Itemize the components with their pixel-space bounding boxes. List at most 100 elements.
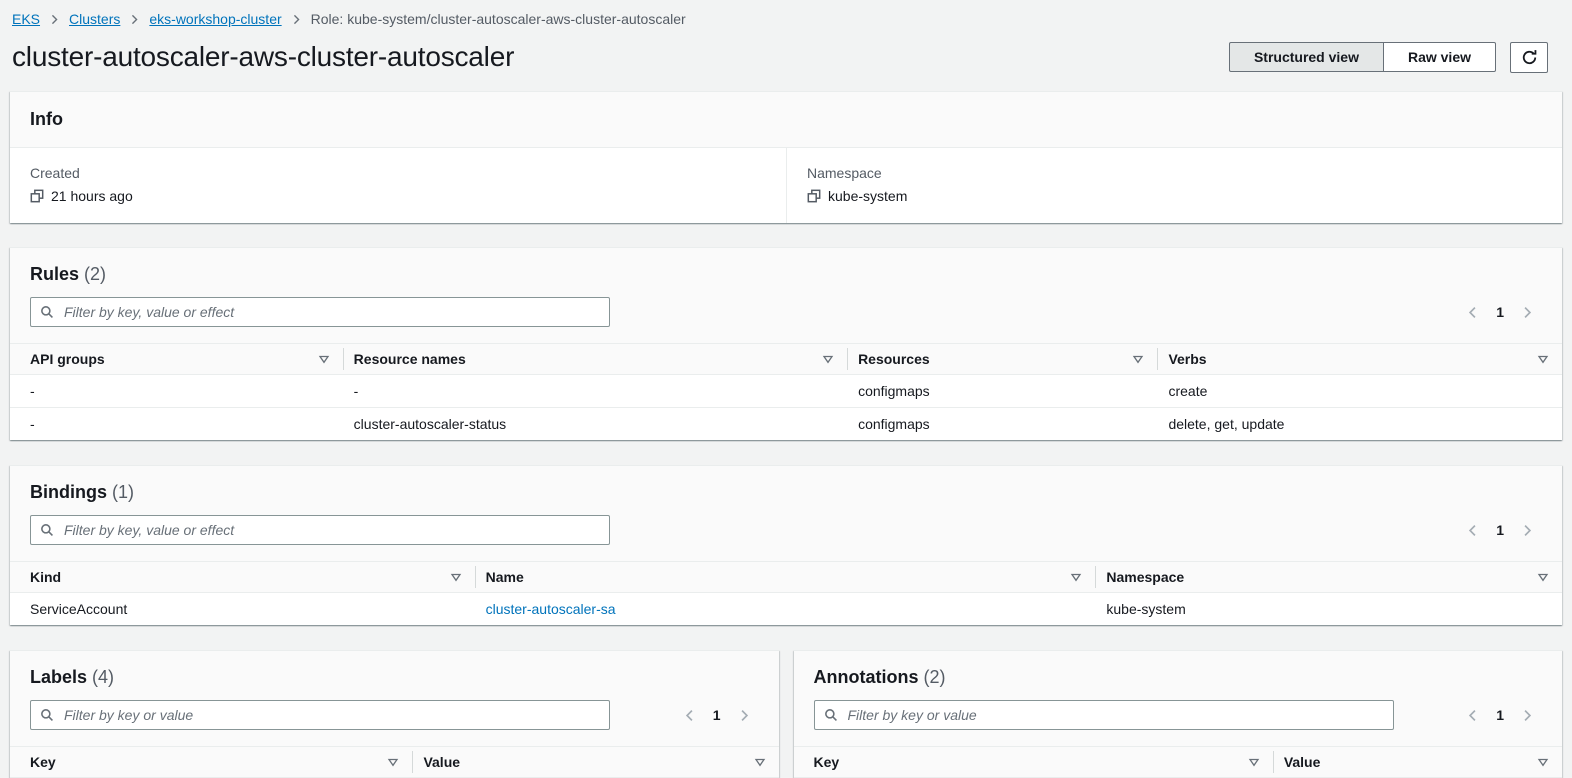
- copy-namespace-button[interactable]: [807, 189, 821, 203]
- column-header-key[interactable]: Key: [794, 747, 1274, 778]
- chevron-right-icon: [291, 14, 302, 25]
- namespace-label: Namespace: [807, 165, 1542, 181]
- info-panel: Info Created 21 hours ago Namespace: [10, 91, 1562, 223]
- column-label: Value: [423, 754, 460, 770]
- labels-title-text: Labels: [30, 667, 87, 687]
- page-number[interactable]: 1: [1496, 522, 1504, 538]
- labels-count: (4): [92, 667, 114, 687]
- created-label: Created: [30, 165, 766, 181]
- breadcrumb-link-eks[interactable]: EKS: [12, 11, 40, 27]
- breadcrumb-current-role: Role: kube-system/cluster-autoscaler-aws…: [311, 11, 686, 27]
- cell-api-groups: -: [10, 408, 344, 441]
- labels-panel-title: Labels (4): [30, 667, 759, 688]
- column-label: Resource names: [354, 351, 466, 367]
- created-value: 21 hours ago: [51, 188, 133, 204]
- refresh-icon: [1521, 49, 1538, 66]
- raw-view-button[interactable]: Raw view: [1384, 42, 1496, 72]
- info-panel-title: Info: [30, 109, 1542, 130]
- bindings-filter-input[interactable]: [62, 521, 600, 539]
- cell-namespace: kube-system: [1096, 593, 1562, 626]
- rules-table-header-row: API groups Resource names Resources Verb…: [10, 344, 1562, 375]
- labels-filter-input[interactable]: [62, 706, 600, 724]
- filter-triangle-icon[interactable]: [822, 353, 834, 365]
- annotations-filter-input[interactable]: [846, 706, 1384, 724]
- page-number[interactable]: 1: [1496, 304, 1504, 320]
- column-header-api-groups[interactable]: API groups: [10, 344, 344, 375]
- column-label: Name: [486, 569, 524, 585]
- column-header-kind[interactable]: Kind: [10, 562, 476, 593]
- previous-page-button[interactable]: [1466, 524, 1479, 537]
- previous-page-button[interactable]: [683, 709, 696, 722]
- copy-icon: [30, 189, 44, 203]
- search-icon: [40, 523, 54, 537]
- column-header-namespace[interactable]: Namespace: [1096, 562, 1562, 593]
- next-page-button[interactable]: [1521, 709, 1534, 722]
- page-number[interactable]: 1: [713, 707, 721, 723]
- next-page-button[interactable]: [1521, 524, 1534, 537]
- annotations-panel: Annotations (2) 1 Key: [794, 650, 1563, 778]
- rules-panel-title: Rules (2): [30, 264, 1542, 285]
- column-label: API groups: [30, 351, 105, 367]
- column-header-verbs[interactable]: Verbs: [1158, 344, 1562, 375]
- column-header-value[interactable]: Value: [1274, 747, 1562, 778]
- structured-view-button[interactable]: Structured view: [1229, 42, 1384, 72]
- bindings-filter: [30, 515, 610, 545]
- cell-name: cluster-autoscaler-sa: [476, 593, 1097, 626]
- column-label: Verbs: [1168, 351, 1206, 367]
- info-namespace-field: Namespace kube-system: [786, 148, 1562, 223]
- cell-verbs: delete, get, update: [1158, 408, 1562, 441]
- column-header-name[interactable]: Name: [476, 562, 1097, 593]
- filter-triangle-icon[interactable]: [1537, 756, 1549, 768]
- next-page-button[interactable]: [1521, 306, 1534, 319]
- refresh-button[interactable]: [1510, 42, 1548, 73]
- rules-title-text: Rules: [30, 264, 79, 284]
- namespace-value: kube-system: [828, 188, 907, 204]
- bindings-panel: Bindings (1) 1 Kind Name Namespace: [10, 465, 1562, 625]
- labels-filter: [30, 700, 610, 730]
- breadcrumb-link-cluster-name[interactable]: eks-workshop-cluster: [149, 11, 281, 27]
- filter-triangle-icon[interactable]: [1537, 571, 1549, 583]
- cell-kind: ServiceAccount: [10, 593, 476, 626]
- rules-table: API groups Resource names Resources Verb…: [10, 343, 1562, 440]
- annotations-pagination: 1: [1466, 707, 1542, 723]
- previous-page-button[interactable]: [1466, 306, 1479, 319]
- filter-triangle-icon[interactable]: [1132, 353, 1144, 365]
- annotations-table: Key Value: [794, 746, 1563, 778]
- column-header-value[interactable]: Value: [413, 747, 778, 778]
- copy-created-button[interactable]: [30, 189, 44, 203]
- page-number[interactable]: 1: [1496, 707, 1504, 723]
- table-row: - cluster-autoscaler-status configmaps d…: [10, 408, 1562, 441]
- cell-resource-names: cluster-autoscaler-status: [344, 408, 848, 441]
- view-toggle: Structured view Raw view: [1229, 42, 1496, 72]
- bindings-count: (1): [112, 482, 134, 502]
- column-header-resources[interactable]: Resources: [848, 344, 1158, 375]
- filter-triangle-icon[interactable]: [387, 756, 399, 768]
- filter-triangle-icon[interactable]: [450, 571, 462, 583]
- column-label: Kind: [30, 569, 61, 585]
- table-row: - - configmaps create: [10, 375, 1562, 408]
- annotations-count: (2): [924, 667, 946, 687]
- previous-page-button[interactable]: [1466, 709, 1479, 722]
- info-panel-header: Info: [10, 92, 1562, 148]
- annotations-table-header-row: Key Value: [794, 747, 1563, 778]
- cell-resources: configmaps: [848, 375, 1158, 408]
- bindings-pagination: 1: [1466, 522, 1542, 538]
- info-created-field: Created 21 hours ago: [10, 148, 786, 223]
- filter-triangle-icon[interactable]: [1248, 756, 1260, 768]
- rules-filter-input[interactable]: [62, 303, 600, 321]
- search-icon: [40, 708, 54, 722]
- column-header-resource-names[interactable]: Resource names: [344, 344, 848, 375]
- service-account-link[interactable]: cluster-autoscaler-sa: [486, 601, 616, 617]
- column-label: Namespace: [1106, 569, 1184, 585]
- filter-triangle-icon[interactable]: [754, 756, 766, 768]
- next-page-button[interactable]: [738, 709, 751, 722]
- filter-triangle-icon[interactable]: [1070, 571, 1082, 583]
- column-header-key[interactable]: Key: [10, 747, 413, 778]
- chevron-right-icon: [129, 14, 140, 25]
- breadcrumb-link-clusters[interactable]: Clusters: [69, 11, 120, 27]
- filter-triangle-icon[interactable]: [318, 353, 330, 365]
- filter-triangle-icon[interactable]: [1537, 353, 1549, 365]
- column-label: Value: [1284, 754, 1321, 770]
- cell-resources: configmaps: [848, 408, 1158, 441]
- page-header: cluster-autoscaler-aws-cluster-autoscale…: [0, 27, 1572, 91]
